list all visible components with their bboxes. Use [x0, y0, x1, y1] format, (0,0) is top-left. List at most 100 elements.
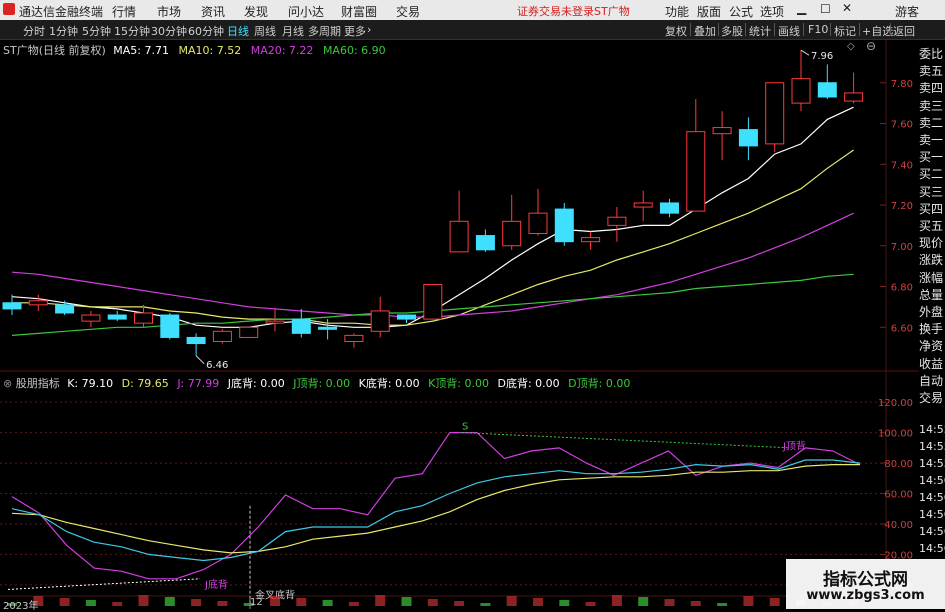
quote-field-1: 卖五 [919, 64, 944, 79]
volume-bar [454, 601, 465, 606]
quote-field-8: 买三 [919, 184, 944, 199]
candle-body [265, 320, 285, 324]
candle-body [81, 314, 101, 322]
candle [765, 82, 785, 153]
candle [423, 283, 443, 320]
volume-bar [164, 597, 175, 606]
trade-time-2: 14:55 [919, 457, 945, 470]
price-axis-label: 7.40 [891, 160, 913, 171]
trade-time-4: 14:56 [919, 491, 945, 504]
candle [81, 310, 101, 328]
candle [475, 229, 495, 252]
candle [502, 194, 522, 250]
sub-axis-label: 60.00 [884, 490, 913, 501]
candle-body [239, 326, 259, 338]
candle-body [660, 202, 679, 214]
volume-bar [322, 600, 333, 606]
volume-bar [375, 595, 386, 606]
candle-body [55, 304, 75, 314]
candle [344, 333, 364, 348]
quote-field-11: 现价 [919, 236, 944, 251]
trade-time-3: 14:56 [919, 474, 945, 487]
price-axis-label: 7.60 [891, 120, 913, 131]
candle [528, 188, 548, 236]
high-price-label: 7.96 [811, 51, 833, 62]
candle-body [502, 220, 522, 247]
candle-body [817, 82, 837, 98]
volume-bar [638, 597, 649, 606]
candle [844, 72, 864, 104]
candle [633, 190, 653, 222]
quote-field-2: 卖四 [919, 81, 944, 96]
candle-body [318, 326, 338, 330]
candle-body [686, 131, 706, 212]
date-label-year: 2023年 [3, 601, 39, 612]
candle-body [528, 212, 548, 235]
quote-field-12: 涨跌 [919, 253, 944, 268]
low-pointer [195, 355, 205, 365]
candle [686, 99, 706, 212]
candle [160, 312, 180, 340]
price-axis-label: 7.20 [891, 201, 913, 212]
candle-body [765, 82, 785, 145]
volume-bar [112, 602, 123, 606]
volume-bar [217, 601, 228, 606]
candle-body [2, 302, 22, 310]
volume-bar [533, 598, 543, 606]
quote-field-13: 涨幅 [919, 270, 944, 285]
j-top-label: J顶背 [782, 439, 806, 452]
volume-bar [717, 603, 728, 606]
volume-bar [664, 599, 675, 606]
candle [186, 333, 206, 356]
volume-bar [270, 596, 280, 606]
candle-body [423, 283, 443, 320]
quote-field-6: 买一 [919, 150, 944, 165]
candle [107, 310, 127, 322]
candle-body [212, 330, 232, 343]
volume-bar [401, 597, 412, 606]
candle [291, 308, 311, 338]
candle-body [449, 220, 469, 253]
candle-body [844, 92, 864, 102]
candle [581, 231, 601, 250]
high-pointer [800, 49, 810, 56]
price-axis-label: 6.80 [891, 283, 913, 294]
volume-bar [743, 596, 754, 606]
quote-field-15: 外盘 [919, 305, 944, 319]
volume-bar [138, 595, 149, 606]
sub-axis-label: 80.00 [884, 459, 913, 470]
watermark: 指标公式网 www.zbgs3.com [786, 559, 945, 609]
quote-field-20[interactable]: 交易 [919, 391, 945, 406]
candle-body [186, 336, 206, 345]
candle [28, 294, 48, 311]
trade-time-7: 14:56 [919, 542, 945, 555]
s-mark-label: S [462, 422, 468, 433]
kline-chart[interactable]: 7.80 7.60 7.40 7.20 7.00 6.80 6.60 7.96 6.46 120.… [0, 0, 945, 609]
candle-body [344, 334, 364, 343]
candle-body [791, 78, 811, 104]
volume-bar [559, 600, 570, 606]
trade-time-1: 14:55 [919, 440, 945, 453]
trade-time-6: 14:56 [919, 525, 945, 538]
trade-time-5: 14:56 [919, 508, 945, 521]
quote-field-18: 收益 [919, 356, 944, 371]
watermark-title: 指标公式网 [823, 570, 908, 590]
candle-body [633, 202, 653, 208]
candle [791, 50, 811, 112]
candle-body [475, 235, 495, 251]
sub-axis-label: 120.00 [878, 398, 913, 409]
low-price-label: 6.46 [206, 360, 228, 371]
volume-bar [296, 598, 307, 606]
candle-body [28, 300, 48, 306]
candle [738, 117, 758, 161]
candle-body [738, 129, 758, 147]
quote-field-5: 卖一 [919, 133, 944, 147]
volume-bar [85, 600, 96, 606]
quote-field-19[interactable]: 自动 [919, 374, 945, 389]
candle-body [581, 237, 601, 243]
volume-bar [59, 598, 70, 606]
trade-time-0: 14:55 [919, 423, 945, 436]
volume-bar [769, 598, 780, 606]
volume-bar [585, 602, 596, 606]
candle [55, 300, 75, 316]
